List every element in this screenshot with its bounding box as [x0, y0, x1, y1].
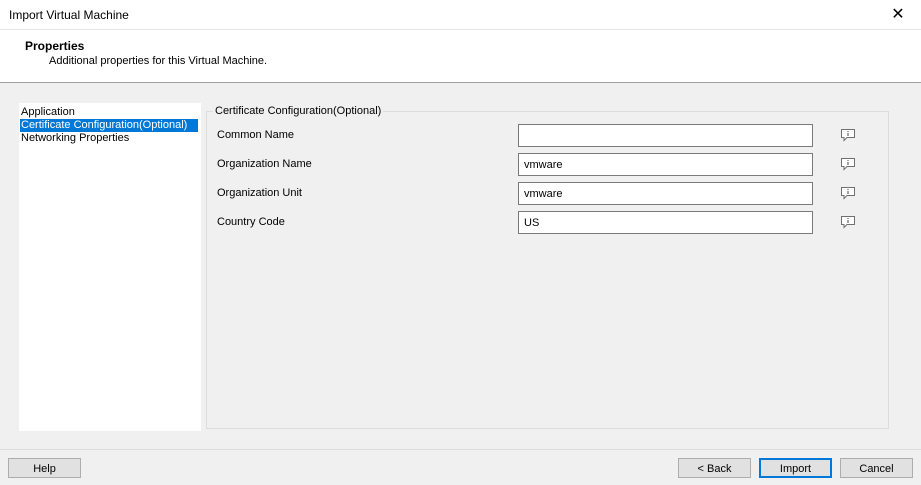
info-comment-icon[interactable]: [840, 128, 856, 142]
help-button[interactable]: Help: [8, 458, 81, 478]
info-comment-icon[interactable]: [840, 186, 856, 200]
nav-item-certificate-configuration[interactable]: Certificate Configuration(Optional): [20, 119, 198, 132]
title-bar: Import Virtual Machine ✕: [0, 0, 921, 30]
close-button[interactable]: ✕: [875, 0, 921, 30]
info-comment-icon[interactable]: [840, 157, 856, 171]
page-title: Properties: [25, 39, 85, 53]
cancel-button[interactable]: Cancel: [840, 458, 913, 478]
nav-item-networking-properties[interactable]: Networking Properties: [20, 132, 130, 145]
page-subtitle: Additional properties for this Virtual M…: [49, 55, 268, 67]
window-title: Import Virtual Machine: [9, 8, 129, 22]
properties-nav-list[interactable]: Application Certificate Configuration(Op…: [19, 103, 201, 431]
organization-unit-input[interactable]: [518, 182, 813, 205]
group-caption: Certificate Configuration(Optional): [213, 105, 384, 117]
nav-item-application[interactable]: Application: [20, 106, 76, 119]
common-name-label: Common Name: [217, 129, 295, 141]
info-comment-icon[interactable]: [840, 215, 856, 229]
wizard-header: Properties Additional properties for thi…: [0, 30, 921, 83]
organization-name-input[interactable]: [518, 153, 813, 176]
country-code-label: Country Code: [217, 216, 285, 228]
common-name-input[interactable]: [518, 124, 813, 147]
import-button[interactable]: Import: [759, 458, 832, 478]
organization-name-label: Organization Name: [217, 158, 312, 170]
back-button[interactable]: < Back: [678, 458, 751, 478]
organization-unit-label: Organization Unit: [217, 187, 302, 199]
country-code-input[interactable]: [518, 211, 813, 234]
